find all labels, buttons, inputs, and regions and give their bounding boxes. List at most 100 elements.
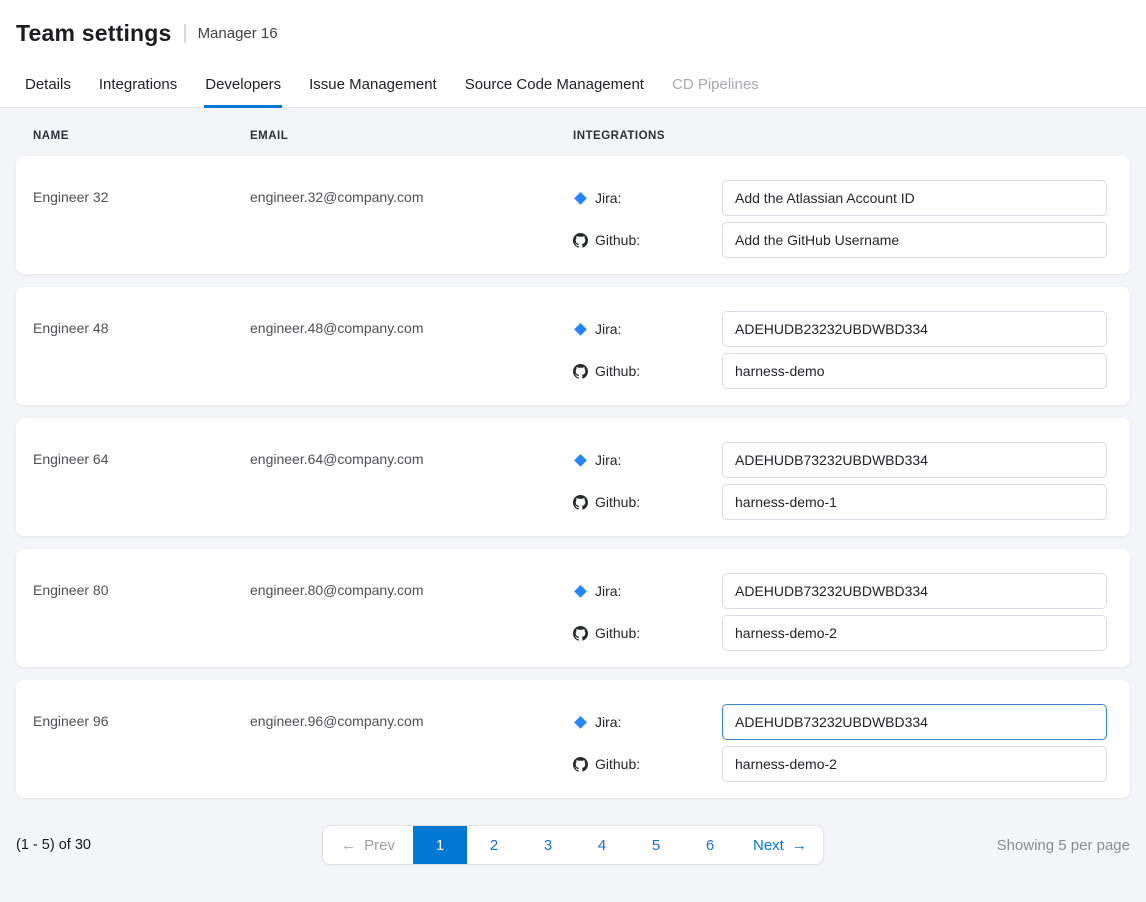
jira-label: Jira:: [595, 714, 621, 730]
prev-arrow-icon: ←: [341, 837, 356, 854]
integrations-cell: Jira: Github:: [573, 573, 1107, 651]
github-icon: [573, 626, 588, 641]
column-header-integrations: INTEGRATIONS: [573, 130, 1106, 142]
developer-row: Engineer 48 engineer.48@company.com Jira…: [16, 287, 1130, 405]
github-integration-row: Github:: [573, 353, 1107, 389]
developer-name: Engineer 96: [33, 704, 250, 729]
integrations-cell: Jira: Github:: [573, 704, 1107, 782]
github-icon: [573, 364, 588, 379]
team-settings-page: Team settings Manager 16 Details Integra…: [0, 0, 1146, 865]
page-button-4[interactable]: 4: [575, 826, 629, 864]
jira-label: Jira:: [595, 452, 621, 468]
page-button-3[interactable]: 3: [521, 826, 575, 864]
column-header-email: EMAIL: [250, 130, 573, 142]
developer-name: Engineer 64: [33, 442, 250, 467]
jira-input[interactable]: [722, 180, 1107, 216]
tab-integrations[interactable]: Integrations: [98, 61, 178, 108]
github-input[interactable]: [722, 746, 1107, 782]
tab-developers[interactable]: Developers: [204, 61, 282, 108]
github-integration-row: Github:: [573, 222, 1107, 258]
developer-row: Engineer 64 engineer.64@company.com Jira…: [16, 418, 1130, 536]
github-label-group: Github:: [573, 756, 722, 772]
github-label-group: Github:: [573, 494, 722, 510]
github-label: Github:: [595, 756, 640, 772]
page-button-1[interactable]: 1: [413, 826, 467, 864]
github-label: Github:: [595, 232, 640, 248]
jira-integration-row: Jira:: [573, 442, 1107, 478]
github-label: Github:: [595, 625, 640, 641]
developer-name: Engineer 80: [33, 573, 250, 598]
integrations-cell: Jira: Github:: [573, 442, 1107, 520]
jira-label: Jira:: [595, 583, 621, 599]
jira-icon: [573, 322, 588, 337]
github-icon: [573, 233, 588, 248]
jira-label-group: Jira:: [573, 452, 722, 468]
integrations-cell: Jira: Github:: [573, 180, 1107, 258]
jira-input[interactable]: [722, 573, 1107, 609]
developers-panel: NAME EMAIL INTEGRATIONS Engineer 32 engi…: [0, 108, 1146, 798]
jira-input[interactable]: [722, 442, 1107, 478]
github-integration-row: Github:: [573, 615, 1107, 651]
pagination-range: (1 - 5) of 30: [16, 837, 91, 853]
page-header: Team settings Manager 16: [0, 0, 1146, 61]
prev-label: Prev: [364, 837, 395, 854]
jira-label-group: Jira:: [573, 190, 722, 206]
jira-integration-row: Jira:: [573, 573, 1107, 609]
table-header-row: NAME EMAIL INTEGRATIONS: [16, 108, 1130, 156]
jira-icon: [573, 191, 588, 206]
github-label-group: Github:: [573, 363, 722, 379]
developer-name: Engineer 48: [33, 311, 250, 336]
developer-email: engineer.96@company.com: [250, 704, 573, 729]
pager: ← Prev 1 2 3 4 5 6 Next →: [322, 825, 824, 865]
github-icon: [573, 757, 588, 772]
jira-input[interactable]: [722, 704, 1107, 740]
pagination-bar: (1 - 5) of 30 ← Prev 1 2 3 4 5 6 Next → …: [0, 811, 1146, 865]
tab-details[interactable]: Details: [24, 61, 72, 108]
github-input[interactable]: [722, 222, 1107, 258]
tab-source-code-management[interactable]: Source Code Management: [464, 61, 645, 108]
jira-icon: [573, 715, 588, 730]
developer-email: engineer.32@company.com: [250, 180, 573, 205]
column-header-name: NAME: [33, 130, 250, 142]
developer-email: engineer.64@company.com: [250, 442, 573, 467]
github-label: Github:: [595, 363, 640, 379]
tab-cd-pipelines[interactable]: CD Pipelines: [671, 61, 760, 108]
github-label: Github:: [595, 494, 640, 510]
jira-icon: [573, 584, 588, 599]
jira-label-group: Jira:: [573, 321, 722, 337]
prev-page-button[interactable]: ← Prev: [323, 826, 413, 864]
page-title: Team settings: [16, 20, 172, 47]
jira-integration-row: Jira:: [573, 180, 1107, 216]
tab-bar: Details Integrations Developers Issue Ma…: [0, 61, 1146, 108]
page-button-6[interactable]: 6: [683, 826, 737, 864]
integrations-cell: Jira: Github:: [573, 311, 1107, 389]
developer-row: Engineer 32 engineer.32@company.com Jira…: [16, 156, 1130, 274]
developer-email: engineer.48@company.com: [250, 311, 573, 336]
team-name-label: Manager 16: [198, 25, 278, 42]
jira-label-group: Jira:: [573, 714, 722, 730]
github-input[interactable]: [722, 353, 1107, 389]
next-page-button[interactable]: Next →: [737, 826, 823, 864]
developer-name: Engineer 32: [33, 180, 250, 205]
github-input[interactable]: [722, 484, 1107, 520]
jira-input[interactable]: [722, 311, 1107, 347]
page-button-5[interactable]: 5: [629, 826, 683, 864]
developer-email: engineer.80@company.com: [250, 573, 573, 598]
developer-row: Engineer 80 engineer.80@company.com Jira…: [16, 549, 1130, 667]
github-label-group: Github:: [573, 625, 722, 641]
jira-label: Jira:: [595, 321, 621, 337]
page-button-2[interactable]: 2: [467, 826, 521, 864]
per-page-label: Showing 5 per page: [997, 837, 1130, 854]
title-divider: [184, 24, 186, 43]
tab-issue-management[interactable]: Issue Management: [308, 61, 438, 108]
next-label: Next: [753, 837, 784, 854]
github-integration-row: Github:: [573, 484, 1107, 520]
github-integration-row: Github:: [573, 746, 1107, 782]
github-input[interactable]: [722, 615, 1107, 651]
next-arrow-icon: →: [792, 837, 807, 854]
developer-row: Engineer 96 engineer.96@company.com Jira…: [16, 680, 1130, 798]
jira-label: Jira:: [595, 190, 621, 206]
jira-icon: [573, 453, 588, 468]
jira-label-group: Jira:: [573, 583, 722, 599]
github-icon: [573, 495, 588, 510]
